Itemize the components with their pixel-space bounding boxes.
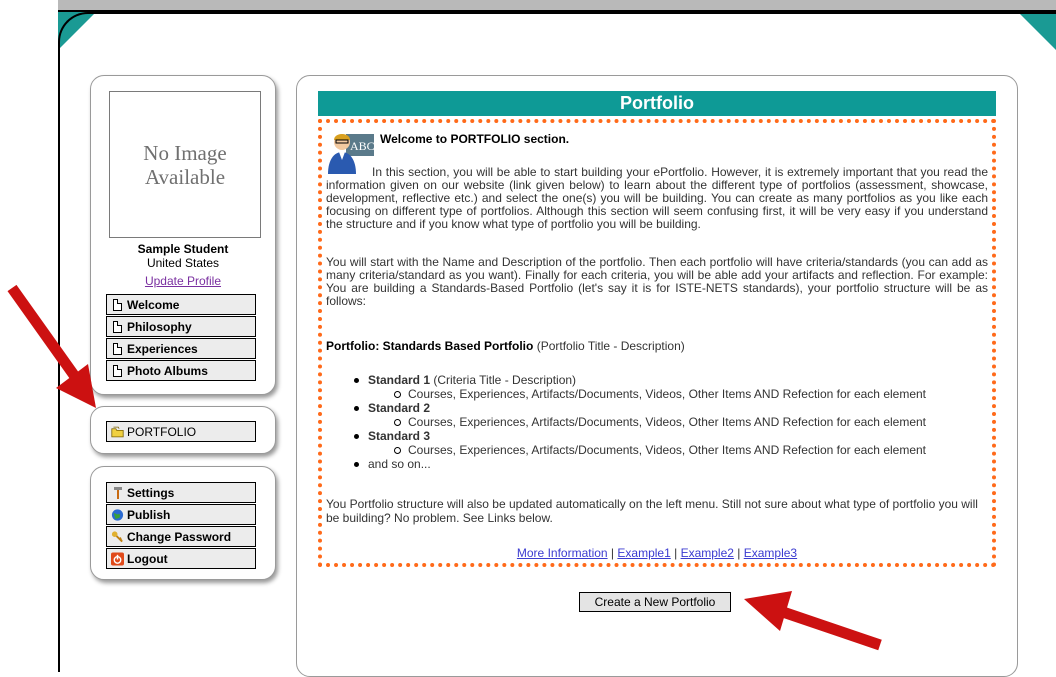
menu-item-change-password[interactable]: Change Password — [106, 526, 256, 547]
menu-item-settings[interactable]: Settings — [106, 482, 256, 503]
document-icon — [111, 320, 124, 334]
student-country: United States — [146, 256, 220, 270]
menu-item-label: Settings — [127, 485, 175, 500]
portfolio-menu: PORTFOLIO — [106, 421, 256, 443]
example3-link[interactable]: Example3 — [744, 546, 797, 560]
power-icon — [111, 552, 124, 566]
welcome-heading: Welcome to PORTFOLIO section. — [380, 132, 570, 146]
pages-menu: Welcome Philosophy Experiences Photo Alb… — [106, 294, 256, 382]
menu-item-label: PORTFOLIO — [127, 424, 197, 439]
profile-photo-placeholder: No Image Available — [109, 91, 261, 238]
no-image-text: No Image Available — [143, 140, 227, 189]
globe-icon — [111, 508, 124, 522]
closing-paragraph: You Portfolio structure will also be upd… — [326, 497, 978, 525]
menu-item-label: Photo Albums — [127, 363, 208, 378]
annotation-arrow-left — [7, 284, 96, 408]
help-links: More Information | Example1 | Example2 |… — [516, 546, 798, 560]
update-profile-link[interactable]: Update Profile — [90, 274, 276, 288]
structure-paragraph: You will start with the Name and Descrip… — [326, 255, 988, 308]
list-item: Courses, Experiences, Artifacts/Document… — [346, 387, 986, 401]
portfolio-line-rest: (Portfolio Title - Description) — [533, 339, 685, 353]
create-portfolio-button[interactable]: Create a New Portfolio — [579, 592, 731, 612]
menu-item-label: Welcome — [127, 297, 180, 312]
student-name: Sample Student — [137, 242, 229, 256]
list-item: and so on... — [346, 457, 986, 471]
account-menu: Settings Publish Change Password Logout — [106, 482, 256, 570]
menu-item-label: Experiences — [127, 341, 198, 356]
list-item: Courses, Experiences, Artifacts/Document… — [346, 443, 986, 457]
menu-item-publish[interactable]: Publish — [106, 504, 256, 525]
example1-link[interactable]: Example1 — [617, 546, 670, 560]
document-icon — [111, 298, 124, 312]
menu-item-logout[interactable]: Logout — [106, 548, 256, 569]
document-icon — [111, 342, 124, 356]
page-title: Portfolio — [318, 91, 996, 116]
menu-item-welcome[interactable]: Welcome — [106, 294, 256, 315]
menu-item-portfolio[interactable]: PORTFOLIO — [106, 421, 256, 442]
annotation-arrow-right — [744, 591, 882, 651]
list-item: Standard 3 — [346, 429, 986, 443]
menu-item-photo-albums[interactable]: Photo Albums — [106, 360, 256, 381]
menu-item-label: Change Password — [127, 529, 232, 544]
standards-list: Standard 1 (Criteria Title - Description… — [346, 373, 986, 471]
svg-text:ABC: ABC — [350, 139, 375, 153]
folder-icon — [111, 425, 124, 439]
key-icon — [111, 530, 124, 544]
menu-item-label: Philosophy — [127, 319, 192, 334]
document-icon — [111, 364, 124, 378]
list-item: Standard 2 — [346, 401, 986, 415]
portfolio-line-bold: Portfolio: Standards Based Portfolio — [326, 339, 534, 353]
list-item: Courses, Experiences, Artifacts/Document… — [346, 415, 986, 429]
list-item: Standard 1 (Criteria Title - Description… — [346, 373, 986, 387]
example2-link[interactable]: Example2 — [681, 546, 734, 560]
tools-icon — [111, 486, 124, 500]
menu-item-experiences[interactable]: Experiences — [106, 338, 256, 359]
intro-paragraph: In this section, you will be able to sta… — [326, 165, 988, 231]
menu-item-philosophy[interactable]: Philosophy — [106, 316, 256, 337]
more-information-link[interactable]: More Information — [517, 546, 608, 560]
portfolio-structure-line: Portfolio: Standards Based Portfolio (Po… — [326, 339, 685, 353]
menu-item-label: Publish — [127, 507, 171, 522]
menu-item-label: Logout — [127, 551, 168, 566]
